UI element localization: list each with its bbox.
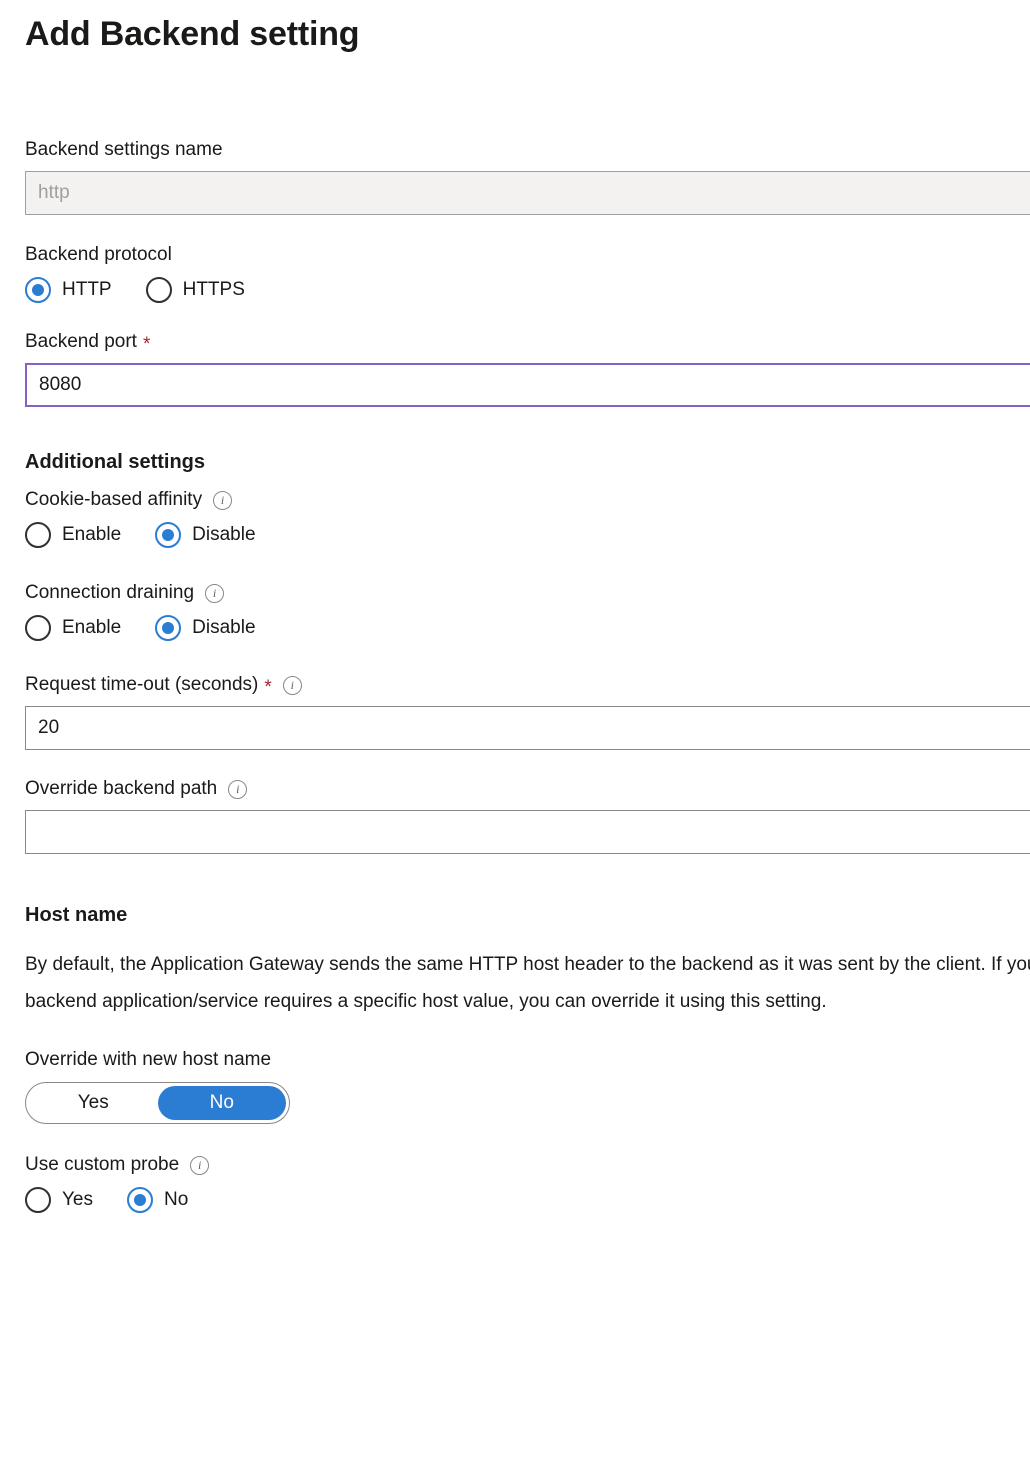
backend-protocol-radio-group: HTTP HTTPS (25, 277, 1030, 303)
radio-label: Yes (62, 1189, 93, 1210)
field-connection-draining: Connection draining i Enable Disable (25, 580, 1030, 641)
additional-settings-heading: Additional settings (25, 451, 205, 473)
radio-selected-icon (155, 522, 182, 548)
cookie-based-affinity-radio-group: Enable Disable (25, 522, 1030, 548)
field-backend-port: Backend port * (25, 329, 1030, 407)
backend-protocol-label-text: Backend protocol (25, 244, 172, 265)
required-asterisk: * (142, 333, 151, 355)
radio-use-custom-probe-yes[interactable]: Yes (25, 1187, 93, 1213)
host-name-description: By default, the Application Gateway send… (25, 954, 1030, 1012)
radio-backend-protocol-https[interactable]: HTTPS (145, 277, 245, 303)
page-title: Add Backend setting (25, 15, 360, 53)
override-host-name-toggle[interactable]: Yes No (25, 1082, 290, 1124)
toggle-option-no[interactable]: No (157, 1086, 286, 1120)
field-use-custom-probe: Use custom probe i Yes No (25, 1152, 1030, 1213)
radio-unselected-icon (25, 1187, 51, 1213)
backend-settings-name-input[interactable] (25, 171, 1030, 215)
cookie-based-affinity-label: Cookie-based affinity i (25, 487, 1030, 513)
radio-unselected-icon (25, 522, 51, 548)
field-override-backend-path: Override backend path i (25, 776, 1030, 854)
override-backend-path-input[interactable] (25, 810, 1030, 854)
info-icon[interactable]: i (213, 490, 233, 510)
radio-label: Enable (62, 617, 122, 638)
use-custom-probe-radio-group: Yes No (25, 1187, 1030, 1213)
override-backend-path-label: Override backend path i (25, 776, 1030, 802)
field-request-timeout: Request time-out (seconds) * i (25, 672, 1030, 750)
request-timeout-input[interactable] (25, 706, 1030, 750)
backend-protocol-label: Backend protocol (25, 242, 1030, 268)
radio-label: Disable (192, 617, 256, 638)
info-icon[interactable]: i (205, 583, 225, 603)
radio-connection-draining-disable[interactable]: Disable (155, 615, 256, 641)
radio-label: HTTPS (182, 279, 245, 300)
add-backend-setting-blade: Add Backend setting Backend settings nam… (0, 0, 1030, 1476)
connection-draining-label-text: Connection draining (25, 582, 195, 603)
use-custom-probe-label-text: Use custom probe (25, 1154, 180, 1175)
request-timeout-label: Request time-out (seconds) * i (25, 672, 1030, 698)
radio-use-custom-probe-no[interactable]: No (127, 1187, 188, 1213)
cookie-based-affinity-label-text: Cookie-based affinity (25, 489, 203, 510)
request-timeout-label-text: Request time-out (seconds) (25, 674, 259, 695)
radio-connection-draining-enable[interactable]: Enable (25, 615, 121, 641)
radio-backend-protocol-http[interactable]: HTTP (25, 277, 112, 303)
backend-port-input[interactable] (25, 363, 1030, 407)
radio-unselected-icon (145, 277, 172, 303)
backend-settings-name-label-text: Backend settings name (25, 139, 223, 160)
info-icon[interactable]: i (228, 779, 248, 799)
backend-port-label-text: Backend port (25, 331, 137, 352)
field-cookie-based-affinity: Cookie-based affinity i Enable Disable (25, 487, 1030, 548)
radio-label: Enable (62, 524, 122, 545)
radio-label: HTTP (62, 279, 112, 300)
radio-cookie-affinity-disable[interactable]: Disable (155, 522, 256, 548)
radio-unselected-icon (25, 615, 51, 641)
backend-settings-name-label: Backend settings name (25, 137, 1030, 163)
use-custom-probe-label: Use custom probe i (25, 1152, 1030, 1178)
host-name-heading: Host name (25, 904, 128, 926)
info-icon[interactable]: i (190, 1155, 210, 1175)
radio-cookie-affinity-enable[interactable]: Enable (25, 522, 121, 548)
connection-draining-label: Connection draining i (25, 580, 1030, 606)
required-asterisk: * (264, 676, 272, 698)
radio-selected-icon (155, 615, 182, 641)
backend-port-label: Backend port * (25, 329, 1030, 355)
field-backend-settings-name: Backend settings name (25, 137, 1030, 215)
radio-label: No (164, 1189, 189, 1210)
override-with-new-host-name-label: Override with new host name (25, 1047, 1030, 1073)
radio-selected-icon (127, 1187, 153, 1213)
radio-selected-icon (25, 277, 51, 303)
field-backend-protocol: Backend protocol HTTP HTTPS (25, 242, 1030, 303)
radio-label: Disable (192, 524, 256, 545)
connection-draining-radio-group: Enable Disable (25, 615, 1030, 641)
override-backend-path-label-text: Override backend path (25, 778, 218, 799)
toggle-option-yes[interactable]: Yes (29, 1086, 158, 1120)
info-icon[interactable]: i (282, 675, 302, 695)
override-with-new-host-name-label-text: Override with new host name (25, 1049, 272, 1070)
field-override-with-new-host-name: Override with new host name Yes No (25, 1047, 1030, 1124)
